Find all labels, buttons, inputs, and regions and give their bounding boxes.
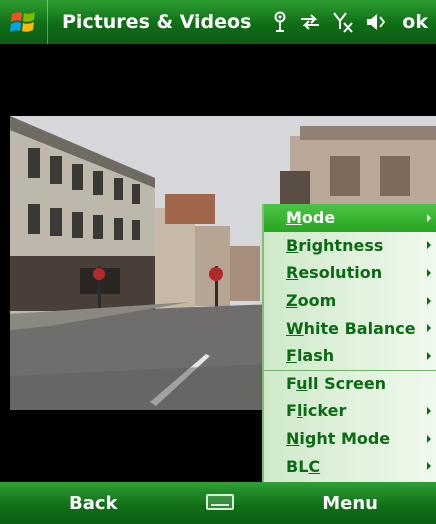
menu-item[interactable]: Flash (264, 342, 436, 370)
submenu-arrow-icon (427, 462, 431, 471)
menu-item-label: Night Mode (286, 429, 391, 449)
sync-icon[interactable] (299, 12, 321, 32)
submenu-arrow-icon (427, 213, 431, 222)
menu-item[interactable]: Zoom (264, 287, 436, 315)
camera-options-menu: Mode Brightness Resolution Zoom White Balanc… (262, 204, 436, 484)
title-bar: Pictures & Videos ok (0, 0, 436, 44)
menu-item-label: Mode (286, 208, 336, 228)
menu-item-label: Flash (286, 346, 335, 366)
antenna-icon[interactable] (272, 11, 288, 33)
ok-button[interactable]: ok (402, 11, 428, 33)
menu-item[interactable]: Resolution (264, 259, 436, 287)
menu-item[interactable]: Night Mode (264, 425, 436, 453)
app-title: Pictures & Videos (62, 11, 252, 33)
menu-item[interactable]: Flicker (264, 397, 436, 425)
menu-item-label: Resolution (286, 263, 383, 283)
submenu-arrow-icon (427, 434, 431, 443)
menu-item[interactable]: Mode (264, 204, 436, 232)
windows-start-icon[interactable] (0, 0, 48, 44)
submenu-arrow-icon (427, 324, 431, 333)
soft-key-bar: Back Menu (0, 482, 436, 524)
menu-item-label: White Balance (286, 318, 416, 338)
status-icons: ok (272, 0, 428, 44)
menu-item[interactable]: BLC (264, 452, 436, 480)
menu-item-label: Brightness (286, 235, 384, 255)
submenu-arrow-icon (427, 351, 431, 360)
submenu-arrow-icon (427, 241, 431, 250)
menu-item[interactable]: Brightness (264, 232, 436, 260)
menu-item-label: Flicker (286, 401, 347, 421)
submenu-arrow-icon (427, 406, 431, 415)
menu-softkey[interactable]: Menu (322, 493, 378, 514)
menu-item[interactable]: White Balance (264, 314, 436, 342)
submenu-arrow-icon (427, 296, 431, 305)
back-softkey[interactable]: Back (69, 493, 118, 514)
keyboard-icon[interactable] (206, 494, 234, 510)
menu-item-label: Full Screen (286, 374, 387, 394)
menu-item[interactable]: Full Screen (264, 369, 436, 398)
volume-icon[interactable] (365, 12, 387, 32)
menu-item-label: BLC (286, 456, 321, 476)
submenu-arrow-icon (427, 268, 431, 277)
menu-item-label: Zoom (286, 291, 337, 311)
no-signal-icon[interactable] (332, 11, 354, 33)
